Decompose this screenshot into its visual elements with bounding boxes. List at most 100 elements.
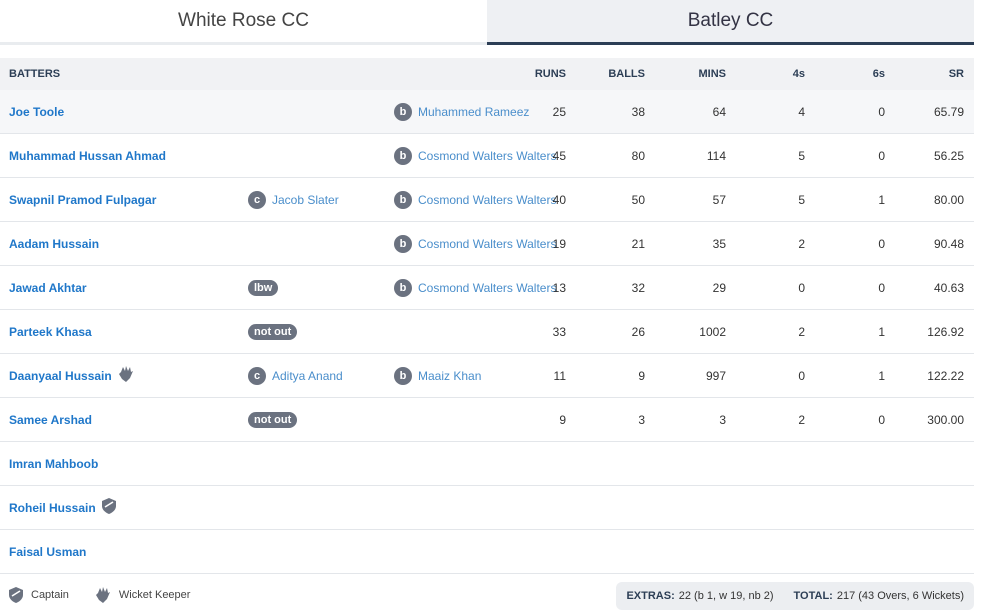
fielder-name[interactable]: Aditya Anand bbox=[272, 369, 343, 383]
batter-name-text[interactable]: Aadam Hussain bbox=[9, 237, 99, 251]
dismissal-badge: not out bbox=[248, 411, 298, 428]
batter-name-text[interactable]: Muhammad Hussan Ahmad bbox=[9, 149, 166, 163]
batter-name[interactable]: Aadam Hussain bbox=[9, 237, 99, 251]
batter-name[interactable]: Imran Mahboob bbox=[9, 457, 98, 471]
batter-name[interactable]: Roheil Hussain bbox=[9, 498, 116, 517]
batter-name[interactable]: Faisal Usman bbox=[9, 545, 86, 559]
dismissal-bowler: b Cosmond Walters Walters bbox=[394, 278, 556, 297]
balls-value: 9 bbox=[638, 368, 645, 383]
strike-rate-value: 126.92 bbox=[927, 324, 964, 339]
strike-rate-value: 65.79 bbox=[933, 104, 964, 119]
balls-value: 3 bbox=[638, 412, 645, 427]
batter-name-text[interactable]: Jawad Akhtar bbox=[9, 281, 87, 295]
fours-value: 0 bbox=[798, 280, 805, 295]
runs-value: 45 bbox=[552, 148, 566, 163]
sixes-value: 0 bbox=[878, 236, 885, 251]
batter-name-text[interactable]: Roheil Hussain bbox=[9, 501, 96, 515]
balls-value: 50 bbox=[631, 192, 645, 207]
batter-name[interactable]: Swapnil Pramod Fulpagar bbox=[9, 193, 156, 207]
dismissal-bowler: b Maaiz Khan bbox=[394, 366, 481, 385]
batter-name-text[interactable]: Samee Arshad bbox=[9, 413, 92, 427]
tab-batley-cc[interactable]: Batley CC bbox=[487, 0, 974, 45]
bowled-badge: b bbox=[394, 234, 412, 253]
sixes-value: 1 bbox=[878, 324, 885, 339]
legend-captain-label: Captain bbox=[31, 589, 69, 601]
dismissal-bowler: b Muhammed Rameez bbox=[394, 102, 529, 121]
batter-name[interactable]: Samee Arshad bbox=[9, 413, 92, 427]
table-row: Daanyaal Hussain c Aditya Anand b Maaiz Khan… bbox=[0, 354, 974, 398]
mins-value: 114 bbox=[706, 148, 726, 163]
fours-value: 4 bbox=[798, 104, 805, 119]
caught-badge: c bbox=[248, 190, 266, 209]
runs-value: 25 bbox=[552, 104, 566, 119]
runs-value: 11 bbox=[553, 368, 566, 383]
strike-rate-value: 90.48 bbox=[933, 236, 964, 251]
runs-value: 19 bbox=[552, 236, 566, 251]
mins-value: 64 bbox=[712, 104, 726, 119]
captain-icon bbox=[101, 498, 116, 517]
mins-value: 57 bbox=[712, 192, 726, 207]
caught-badge: c bbox=[248, 366, 266, 385]
mins-value: 29 bbox=[712, 280, 726, 295]
table-row: Muhammad Hussan Ahmad b Cosmond Walters Wa… bbox=[0, 134, 974, 178]
batter-name[interactable]: Muhammad Hussan Ahmad bbox=[9, 149, 166, 163]
mins-value: 997 bbox=[705, 368, 726, 383]
wicket-keeper-icon bbox=[95, 587, 110, 603]
header-mins: MINS bbox=[698, 68, 727, 80]
legend-wicket-keeper-label: Wicket Keeper bbox=[118, 589, 191, 601]
tab-white-rose-cc[interactable]: White Rose CC bbox=[0, 0, 487, 45]
batter-name-text[interactable]: Joe Toole bbox=[9, 105, 64, 119]
batter-name[interactable]: Joe Toole bbox=[9, 105, 64, 119]
mins-value: 3 bbox=[719, 412, 726, 427]
batter-name[interactable]: Jawad Akhtar bbox=[9, 281, 87, 295]
batter-name-text[interactable]: Swapnil Pramod Fulpagar bbox=[9, 193, 156, 207]
total-value: 217 (43 Overs, 6 Wickets) bbox=[836, 590, 964, 602]
batter-name-text[interactable]: Daanyaal Hussain bbox=[9, 369, 112, 383]
bowler-name[interactable]: Cosmond Walters Walters bbox=[418, 281, 556, 295]
balls-value: 80 bbox=[631, 148, 645, 163]
batter-name-text[interactable]: Imran Mahboob bbox=[9, 457, 98, 471]
runs-value: 33 bbox=[552, 324, 566, 339]
fours-value: 2 bbox=[798, 324, 805, 339]
bowler-name[interactable]: Muhammed Rameez bbox=[418, 105, 529, 119]
sixes-value: 0 bbox=[878, 280, 885, 295]
dismissal-badge: lbw bbox=[248, 279, 279, 296]
bowler-name[interactable]: Maaiz Khan bbox=[418, 369, 481, 383]
batter-name[interactable]: Parteek Khasa bbox=[9, 325, 92, 339]
balls-value: 32 bbox=[631, 280, 645, 295]
dismissal-fielder: c Aditya Anand bbox=[248, 366, 343, 385]
extras-value: 22 (b 1, w 19, nb 2) bbox=[678, 590, 774, 602]
scorecard-footer: Captain Wicket Keeper EXTRAS: 22 (b 1, w… bbox=[0, 582, 974, 610]
dismissal-bowler: b Cosmond Walters Walters bbox=[394, 146, 556, 165]
sixes-value: 0 bbox=[878, 412, 885, 427]
legend-wicket-keeper: Wicket Keeper bbox=[95, 587, 191, 603]
bowled-badge: b bbox=[394, 190, 412, 209]
runs-value: 40 bbox=[552, 192, 566, 207]
fours-value: 2 bbox=[798, 236, 805, 251]
header-runs: RUNS bbox=[534, 68, 566, 80]
dismissal-bowler: b Cosmond Walters Walters bbox=[394, 190, 556, 209]
dismissal-badge: not out bbox=[248, 323, 298, 340]
sixes-value: 1 bbox=[878, 192, 885, 207]
bowler-name[interactable]: Cosmond Walters Walters bbox=[418, 237, 556, 251]
strike-rate-value: 300.00 bbox=[927, 412, 964, 427]
table-row: Faisal Usman bbox=[0, 530, 974, 574]
sixes-value: 0 bbox=[878, 148, 885, 163]
balls-value: 21 bbox=[631, 236, 645, 251]
dismissal-fielder: not out bbox=[248, 411, 298, 428]
bowler-name[interactable]: Cosmond Walters Walters bbox=[418, 193, 556, 207]
mins-value: 35 bbox=[712, 236, 726, 251]
header-batters: BATTERS bbox=[9, 68, 61, 80]
table-row: Parteek Khasa not out 33 26 1002 2 1 126.92 bbox=[0, 310, 974, 354]
batter-name[interactable]: Daanyaal Hussain bbox=[9, 366, 134, 385]
balls-value: 26 bbox=[631, 324, 645, 339]
legend-captain: Captain bbox=[9, 587, 69, 603]
batter-name-text[interactable]: Faisal Usman bbox=[9, 545, 86, 559]
fours-value: 2 bbox=[798, 412, 805, 427]
batter-name-text[interactable]: Parteek Khasa bbox=[9, 325, 92, 339]
bowler-name[interactable]: Cosmond Walters Walters bbox=[418, 149, 556, 163]
total-label: TOTAL: bbox=[793, 590, 833, 602]
bowled-badge: b bbox=[394, 146, 412, 165]
fielder-name[interactable]: Jacob Slater bbox=[272, 193, 339, 207]
extras-label: EXTRAS: bbox=[626, 590, 675, 602]
